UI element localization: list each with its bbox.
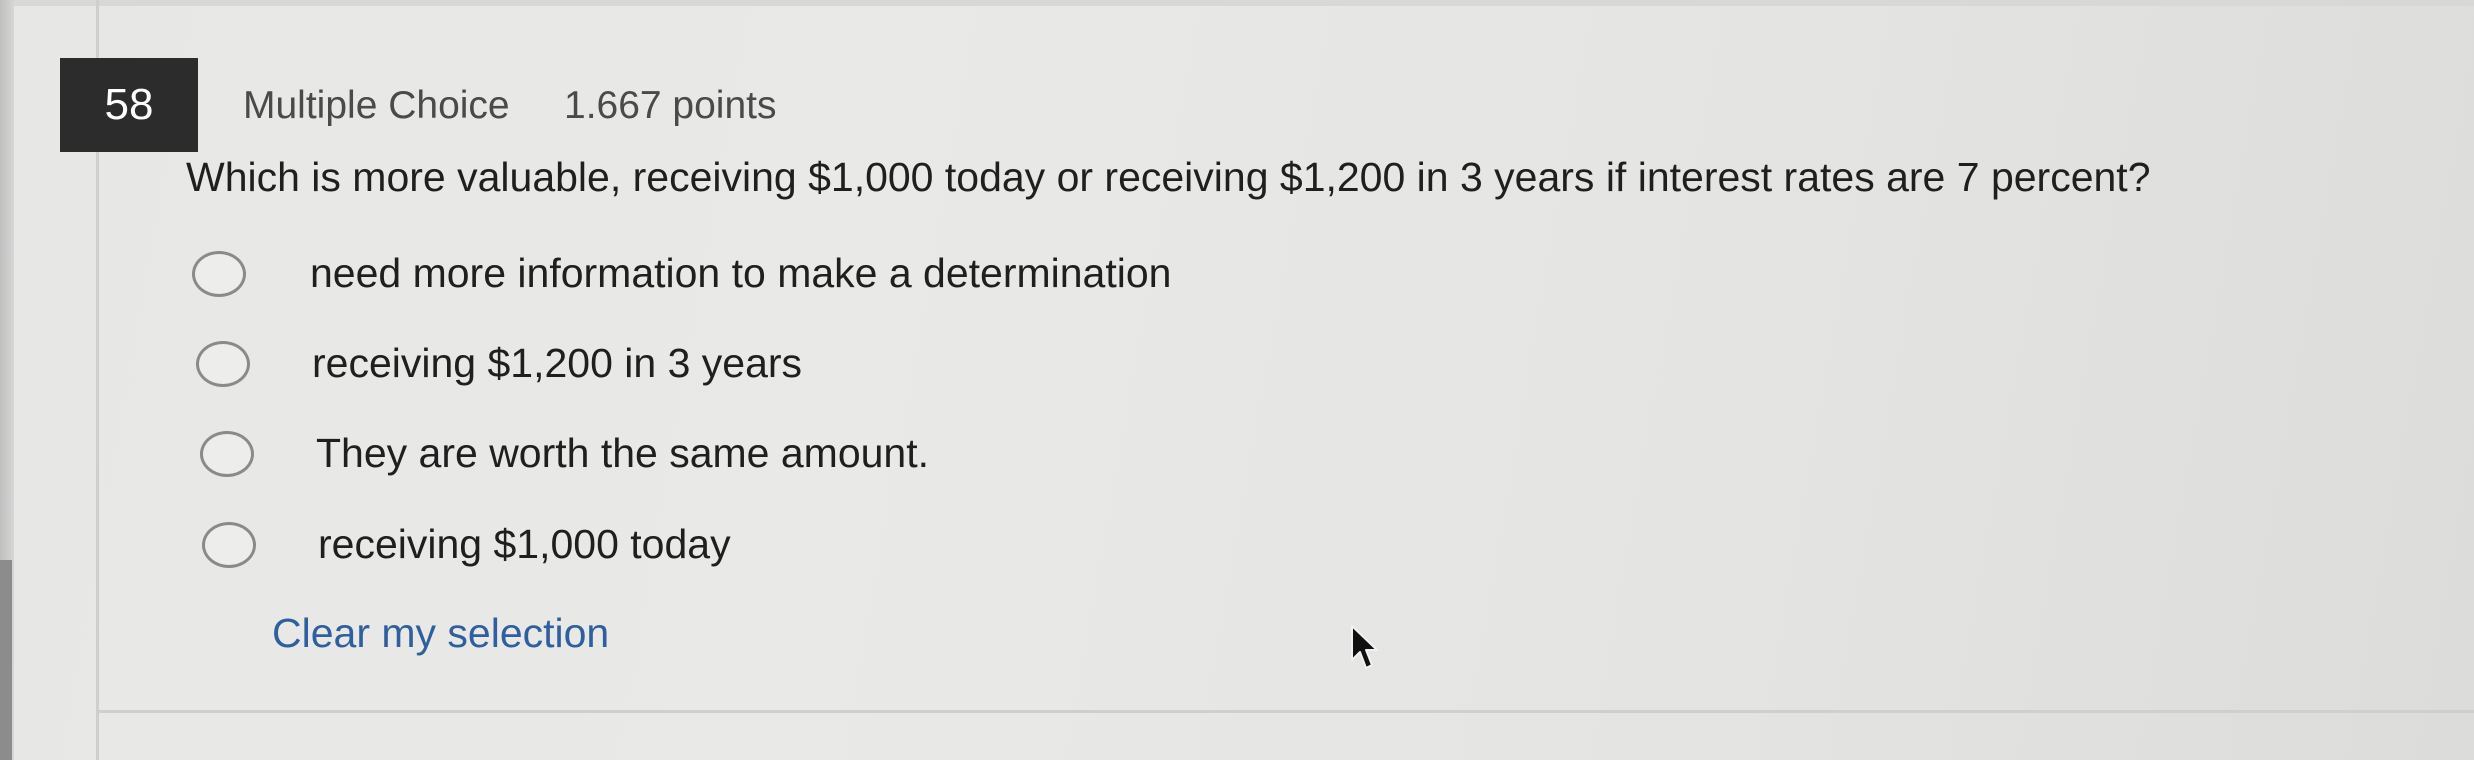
panel-divider-horizontal <box>96 710 2474 713</box>
question-text: Which is more valuable, receiving $1,000… <box>186 154 2151 200</box>
answer-option[interactable]: receiving $1,000 today <box>202 521 731 568</box>
left-window-edge-shadow <box>0 560 12 760</box>
answer-option[interactable]: receiving $1,200 in 3 years <box>196 340 802 387</box>
answer-option[interactable]: They are worth the same amount. <box>200 430 929 477</box>
radio-button[interactable] <box>196 340 250 387</box>
radio-button[interactable] <box>202 521 256 568</box>
answer-option[interactable]: need more information to make a determin… <box>192 250 1171 297</box>
answer-option-label[interactable]: receiving $1,000 today <box>318 521 731 568</box>
question-number-badge: 58 <box>60 58 198 152</box>
radio-button[interactable] <box>192 250 246 297</box>
answer-option-label[interactable]: need more information to make a determin… <box>310 250 1171 297</box>
top-border <box>0 0 2474 6</box>
question-points-label: 1.667 points <box>564 84 777 127</box>
answer-option-label[interactable]: receiving $1,200 in 3 years <box>312 340 802 387</box>
clear-selection-link[interactable]: Clear my selection <box>272 610 609 657</box>
mouse-pointer-icon <box>1351 625 1378 669</box>
radio-button[interactable] <box>200 430 254 477</box>
question-type-label: Multiple Choice <box>243 84 510 127</box>
answer-option-label[interactable]: They are worth the same amount. <box>316 430 929 477</box>
